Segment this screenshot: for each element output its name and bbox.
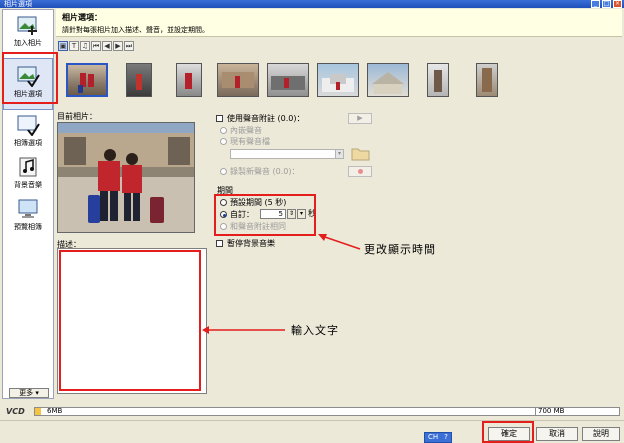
- page-title: 相片選項：: [62, 13, 102, 22]
- use-sound-note-label: 使用聲音附註 (0.0)：: [227, 114, 305, 123]
- current-photo-label: 目前相片：: [57, 112, 97, 121]
- record-button[interactable]: [348, 166, 372, 177]
- skip-first-icon: ⏮: [92, 42, 100, 50]
- photo-thumb: [482, 68, 492, 92]
- prev-photo-button[interactable]: ◀: [102, 41, 112, 51]
- skip-last-icon: ⏭: [125, 42, 133, 50]
- title-bar: 相片選項 _ □ ×: [0, 0, 624, 8]
- sound-icon: ♫: [81, 42, 89, 50]
- view-text-button[interactable]: T: [69, 41, 79, 51]
- thumbnail[interactable]: [367, 63, 409, 97]
- disc-type-label: VCD: [6, 407, 25, 416]
- add-photo-icon: [17, 16, 37, 35]
- minimize-button[interactable]: _: [591, 0, 600, 8]
- more-button-label: 更多: [19, 389, 34, 397]
- photo-thumb: [185, 73, 192, 89]
- view-photo-button[interactable]: ▣: [58, 41, 68, 51]
- monitor-icon: [18, 199, 38, 218]
- close-button[interactable]: ×: [613, 0, 622, 8]
- page-subtitle: 請針對每張相片加入描述、聲音，並設定期間。: [62, 26, 209, 34]
- capacity-used: 6MB: [47, 407, 63, 415]
- photo-options-window: 相片選項 _ □ × 加入相片 相片選項 相簿選項 背景音樂 預覽相簿 更多 ▾…: [0, 0, 624, 443]
- arrow-head-icon: [202, 326, 209, 334]
- photo-thumb: [136, 74, 142, 90]
- maximize-button[interactable]: □: [602, 0, 611, 8]
- capacity-track: 6MB 700 MB: [34, 407, 620, 416]
- sidebar-item-background-music[interactable]: 背景音樂: [3, 156, 53, 190]
- text-icon: T: [71, 42, 77, 50]
- current-photo-preview: [57, 122, 195, 233]
- photo-icon: ▣: [59, 42, 67, 50]
- record-sound-radio[interactable]: [220, 168, 227, 175]
- thumbnail[interactable]: [176, 63, 202, 97]
- photo-thumb: [434, 70, 442, 92]
- highlight-ok: [482, 421, 534, 443]
- existing-sound-label: 現有聲音檔: [230, 137, 270, 146]
- builtin-sound-radio[interactable]: [220, 127, 227, 134]
- record-icon: [358, 169, 363, 174]
- annotation-duration-note: 更改顯示時間: [364, 243, 436, 256]
- builtin-sound-label: 內嵌聲音: [230, 126, 262, 135]
- annotation-text-note: 輸入文字: [291, 324, 339, 337]
- next-photo-button[interactable]: ▶: [113, 41, 123, 51]
- window-title: 相片選項: [4, 0, 32, 8]
- sidebar-item-preview-album[interactable]: 預覽相簿: [3, 198, 53, 232]
- photo-thumb: [322, 74, 354, 92]
- thumbnail-selected[interactable]: [66, 63, 108, 97]
- sidebar-item-album-options[interactable]: 相簿選項: [3, 114, 53, 148]
- chevron-down-icon: ▾: [35, 389, 39, 397]
- thumbnail[interactable]: [476, 63, 498, 97]
- highlight-photo-options: [2, 52, 58, 104]
- music-note-icon: [19, 157, 37, 177]
- capacity-fill: [35, 408, 41, 415]
- play-icon: ▶: [357, 114, 363, 122]
- current-photo-image: [58, 123, 194, 232]
- photo-thumb: [271, 76, 305, 90]
- ime-lang: CH: [428, 433, 439, 441]
- thumbnail[interactable]: [126, 63, 152, 97]
- photo-thumb: [372, 72, 404, 94]
- view-sound-button[interactable]: ♫: [80, 41, 90, 51]
- capacity-max: 700 MB: [538, 407, 565, 415]
- annotation-arrows: [202, 234, 361, 334]
- highlight-description: [59, 250, 201, 391]
- ime-indicator[interactable]: CH ?: [424, 432, 452, 443]
- thumbnail[interactable]: [217, 63, 259, 97]
- thumbnail[interactable]: [267, 63, 309, 97]
- sidebar-label: 加入相片: [14, 39, 42, 47]
- record-sound-label: 錄製新聲音 (0.0)：: [230, 167, 300, 176]
- help-icon: ?: [444, 433, 448, 441]
- capacity-bar: VCD 6MB 700 MB: [0, 405, 624, 418]
- sidebar-item-add-photos[interactable]: 加入相片: [3, 14, 53, 48]
- sidebar-label: 相簿選項: [14, 139, 42, 147]
- arrow-duration: [321, 235, 361, 250]
- cancel-button[interactable]: 取消: [536, 427, 578, 441]
- thumbnail[interactable]: [427, 63, 449, 97]
- use-sound-note-checkbox[interactable]: [216, 115, 223, 122]
- sound-file-select[interactable]: ▾: [230, 149, 344, 159]
- last-photo-button[interactable]: ⏭: [124, 41, 134, 51]
- people-photo-thumb: [78, 73, 94, 93]
- folder-icon[interactable]: [351, 145, 371, 161]
- sidebar-label: 背景音樂: [14, 181, 42, 189]
- thumbnail-toolbar: ▣ T ♫ ⏮ ◀ ▶ ⏭: [58, 41, 134, 51]
- capacity-max-marker: [535, 408, 536, 415]
- first-photo-button[interactable]: ⏮: [91, 41, 101, 51]
- chevron-down-icon: ▾: [335, 150, 343, 158]
- photo-thumb: [222, 72, 254, 88]
- page-header: 相片選項： 請針對每張相片加入描述、聲音，並設定期間。: [56, 9, 622, 37]
- next-icon: ▶: [115, 42, 121, 50]
- play-button[interactable]: ▶: [348, 113, 372, 124]
- sidebar-label: 預覽相簿: [14, 223, 42, 231]
- thumbnail[interactable]: [317, 63, 359, 97]
- existing-sound-radio[interactable]: [220, 138, 227, 145]
- prev-icon: ◀: [104, 42, 110, 50]
- more-button[interactable]: 更多 ▾: [9, 388, 49, 398]
- help-button[interactable]: 說明: [582, 427, 620, 441]
- album-options-icon: [17, 115, 40, 136]
